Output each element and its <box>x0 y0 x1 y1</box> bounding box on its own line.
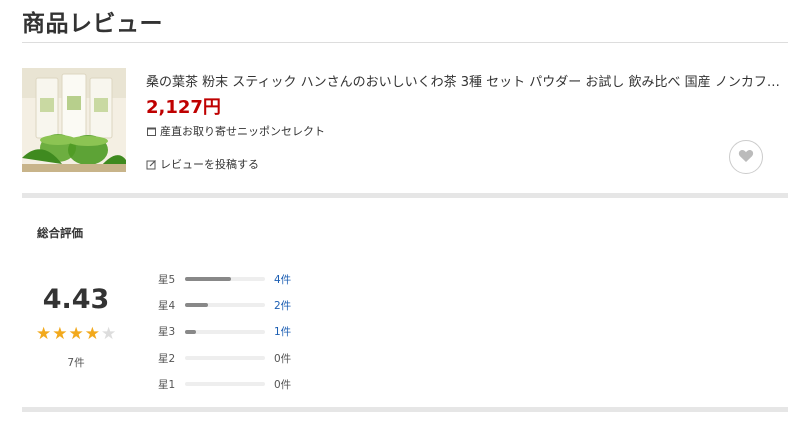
heart-icon <box>738 148 754 167</box>
review-count: 7件 <box>67 357 85 369</box>
rating-row[interactable]: 星1 0件 <box>158 371 291 397</box>
rating-row-label: 星3 <box>158 326 176 339</box>
shop-name: 産直お取り寄せニッポンセレクト <box>160 125 325 138</box>
title-divider <box>22 42 788 43</box>
rating-bar-fill <box>185 329 197 334</box>
rating-distribution: 星5 4件 星4 2件 星3 1件 星2 0件 星1 0件 <box>158 266 291 397</box>
rating-stars: ★ ★ ★ ★ ★ <box>36 326 116 343</box>
rating-row-count[interactable]: 2件 <box>274 298 291 313</box>
rating-bar <box>185 303 265 308</box>
rating-row-count: 0件 <box>274 352 292 365</box>
rating-row-label: 星1 <box>158 378 176 391</box>
rating-bar <box>185 277 265 282</box>
rating-row-label: 星4 <box>158 299 176 312</box>
overall-rating-heading: 総合評価 <box>37 226 83 240</box>
section-divider <box>22 193 788 198</box>
star-icon: ★ <box>101 324 117 344</box>
rating-row-count[interactable]: 1件 <box>274 324 291 339</box>
section-divider-bottom <box>22 407 788 412</box>
star-icon: ★ <box>84 324 100 344</box>
product-name[interactable]: 桑の葉茶 粉末 スティック ハンさんのおいしいくわ茶 3種 セット パウダー お… <box>146 71 782 90</box>
rating-row[interactable]: 星2 0件 <box>158 345 291 371</box>
product-image[interactable] <box>22 68 126 172</box>
rating-bar <box>185 329 265 334</box>
shop-link[interactable]: 産直お取り寄せニッポンセレクト <box>146 123 325 139</box>
rating-row-label: 星5 <box>158 273 176 286</box>
star-icon: ★ <box>36 324 52 344</box>
rating-row-label: 星2 <box>158 352 176 365</box>
pencil-square-icon <box>146 159 157 170</box>
rating-bar <box>185 382 265 387</box>
star-icon: ★ <box>52 324 68 344</box>
write-review-link[interactable]: レビューを投稿する <box>146 156 259 172</box>
shop-icon <box>146 126 157 137</box>
rating-bar <box>185 356 265 361</box>
page-title: 商品レビュー <box>22 11 163 37</box>
rating-row-count[interactable]: 4件 <box>274 272 291 287</box>
rating-row[interactable]: 星4 2件 <box>158 292 291 318</box>
rating-bar-fill <box>185 277 231 282</box>
favorite-button[interactable] <box>729 140 763 174</box>
write-review-label: レビューを投稿する <box>160 158 259 171</box>
average-score: 4.43 <box>42 284 110 315</box>
rating-row[interactable]: 星3 1件 <box>158 319 291 345</box>
star-icon: ★ <box>68 324 84 344</box>
rating-row-count: 0件 <box>274 378 292 391</box>
rating-bar-fill <box>185 303 208 308</box>
rating-row[interactable]: 星5 4件 <box>158 266 291 292</box>
product-price: 2,127円 <box>146 97 221 118</box>
